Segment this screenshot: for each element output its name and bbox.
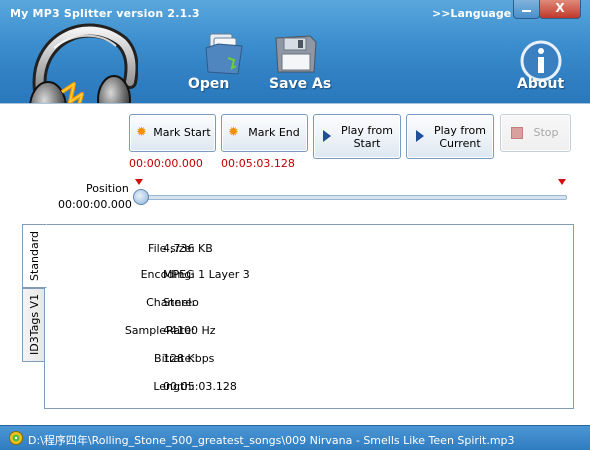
play-from-current-label-line1: Play from <box>433 124 487 137</box>
sun-icon: ✹ <box>228 125 239 140</box>
minimize-icon <box>522 10 531 12</box>
encoding-value: MPEG 1 Layer 3 <box>163 268 250 281</box>
samplerate-value: 44100 Hz <box>163 324 216 337</box>
position-slider-thumb[interactable] <box>133 189 149 205</box>
open-folder-icon <box>205 33 243 75</box>
play-from-start-button[interactable]: Play from Start <box>313 114 401 159</box>
close-icon: X <box>555 1 565 15</box>
mark-start-button[interactable]: ✹ Mark Start <box>129 114 216 152</box>
close-button[interactable]: X <box>539 0 581 19</box>
floppy-disk-icon <box>275 35 317 73</box>
file-size-value: 4,736 KB <box>163 242 213 255</box>
open-label: Open <box>188 76 230 92</box>
file-path: D:\程序四年\Rolling_Stone_500_greatest_songs… <box>28 434 515 447</box>
mark-end-button[interactable]: ✹ Mark End <box>221 114 308 152</box>
window-title: My MP3 Splitter version 2.1.3 <box>10 7 200 20</box>
tab-id3tags-v1[interactable]: ID3Tags V1 <box>22 288 45 362</box>
about-button[interactable]: About <box>514 32 566 96</box>
position-label: Position <box>86 182 129 195</box>
play-icon <box>323 130 331 142</box>
about-label: About <box>517 76 565 92</box>
play-from-current-button[interactable]: Play from Current <box>406 114 494 159</box>
mark-end-time: 00:05:03.128 <box>221 157 295 170</box>
app-window: My MP3 Splitter version 2.1.3 >>Language… <box>0 0 590 450</box>
music-file-icon <box>9 431 23 445</box>
start-marker-icon <box>135 179 143 185</box>
play-from-start-label-line1: Play from <box>340 124 394 137</box>
mark-start-time: 00:00:00.000 <box>129 157 203 170</box>
position-time: 00:00:00.000 <box>58 198 132 211</box>
play-icon <box>416 130 424 142</box>
stop-button[interactable]: Stop <box>500 114 571 152</box>
tab-standard-label: Standard <box>28 230 41 281</box>
mark-end-label: Mark End <box>248 126 300 139</box>
open-button[interactable]: Open <box>188 32 244 96</box>
info-panel: File size: 4,736 KB Encoding: MPEG 1 Lay… <box>44 224 574 409</box>
bitrate-value: 128 Kbps <box>163 352 215 365</box>
status-bar: D:\程序四年\Rolling_Stone_500_greatest_songs… <box>0 425 590 450</box>
stop-label: Stop <box>533 126 559 139</box>
channel-value: Stereo <box>163 296 199 309</box>
end-marker-icon <box>558 179 566 185</box>
mark-start-label: Mark Start <box>153 126 211 139</box>
save-as-label: Save As <box>269 76 332 92</box>
language-link[interactable]: >>Language <box>432 7 511 20</box>
tab-standard[interactable]: Standard <box>22 224 47 288</box>
position-slider-track[interactable] <box>138 195 567 200</box>
play-from-current-label-line2: Current <box>439 137 481 150</box>
save-as-button[interactable]: Save As <box>266 32 332 96</box>
sun-icon: ✹ <box>136 125 147 140</box>
tab-id3tags-v1-label: ID3Tags V1 <box>28 293 41 355</box>
play-from-start-label-line2: Start <box>353 137 381 150</box>
minimize-button[interactable] <box>513 0 540 19</box>
stop-icon <box>511 127 523 139</box>
length-value: 00:05:03.128 <box>163 380 237 393</box>
